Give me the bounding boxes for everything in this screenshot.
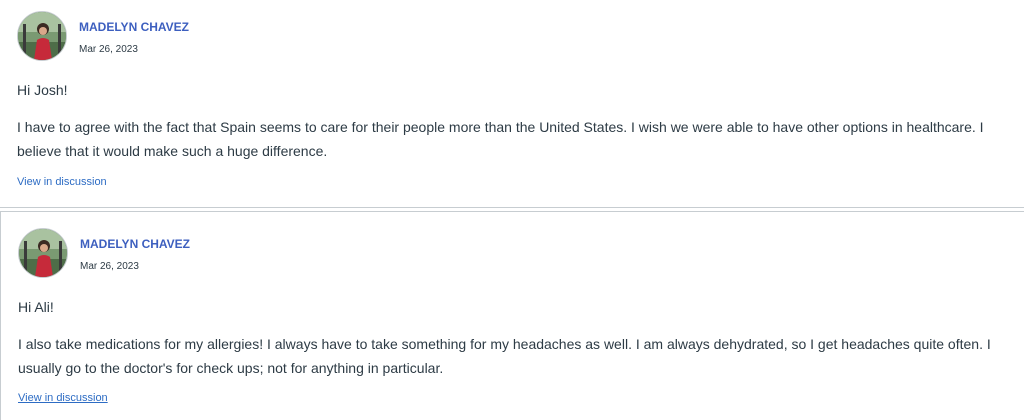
discussion-feed: MADELYN CHAVEZ Mar 26, 2023 Hi Josh! I h… xyxy=(0,0,1024,420)
post-body: I also take medications for my allergies… xyxy=(18,336,991,376)
post-body: I have to agree with the fact that Spain… xyxy=(17,119,984,159)
discussion-entry: MADELYN CHAVEZ Mar 26, 2023 Hi Ali! I al… xyxy=(0,211,1024,420)
avatar[interactable] xyxy=(18,228,68,278)
avatar-photo-icon xyxy=(18,12,66,60)
author-name[interactable]: MADELYN CHAVEZ xyxy=(80,237,190,251)
discussion-entry: MADELYN CHAVEZ Mar 26, 2023 Hi Josh! I h… xyxy=(0,0,1024,208)
post-date: Mar 26, 2023 xyxy=(80,261,139,272)
post-date: Mar 26, 2023 xyxy=(79,44,138,55)
author-name[interactable]: MADELYN CHAVEZ xyxy=(79,20,189,34)
view-in-discussion-link[interactable]: View in discussion xyxy=(17,176,107,188)
post-greeting: Hi Ali! xyxy=(18,299,54,315)
avatar-photo-icon xyxy=(19,229,67,277)
post-greeting: Hi Josh! xyxy=(17,82,68,98)
avatar[interactable] xyxy=(17,11,67,61)
view-in-discussion-link[interactable]: View in discussion xyxy=(18,392,108,404)
